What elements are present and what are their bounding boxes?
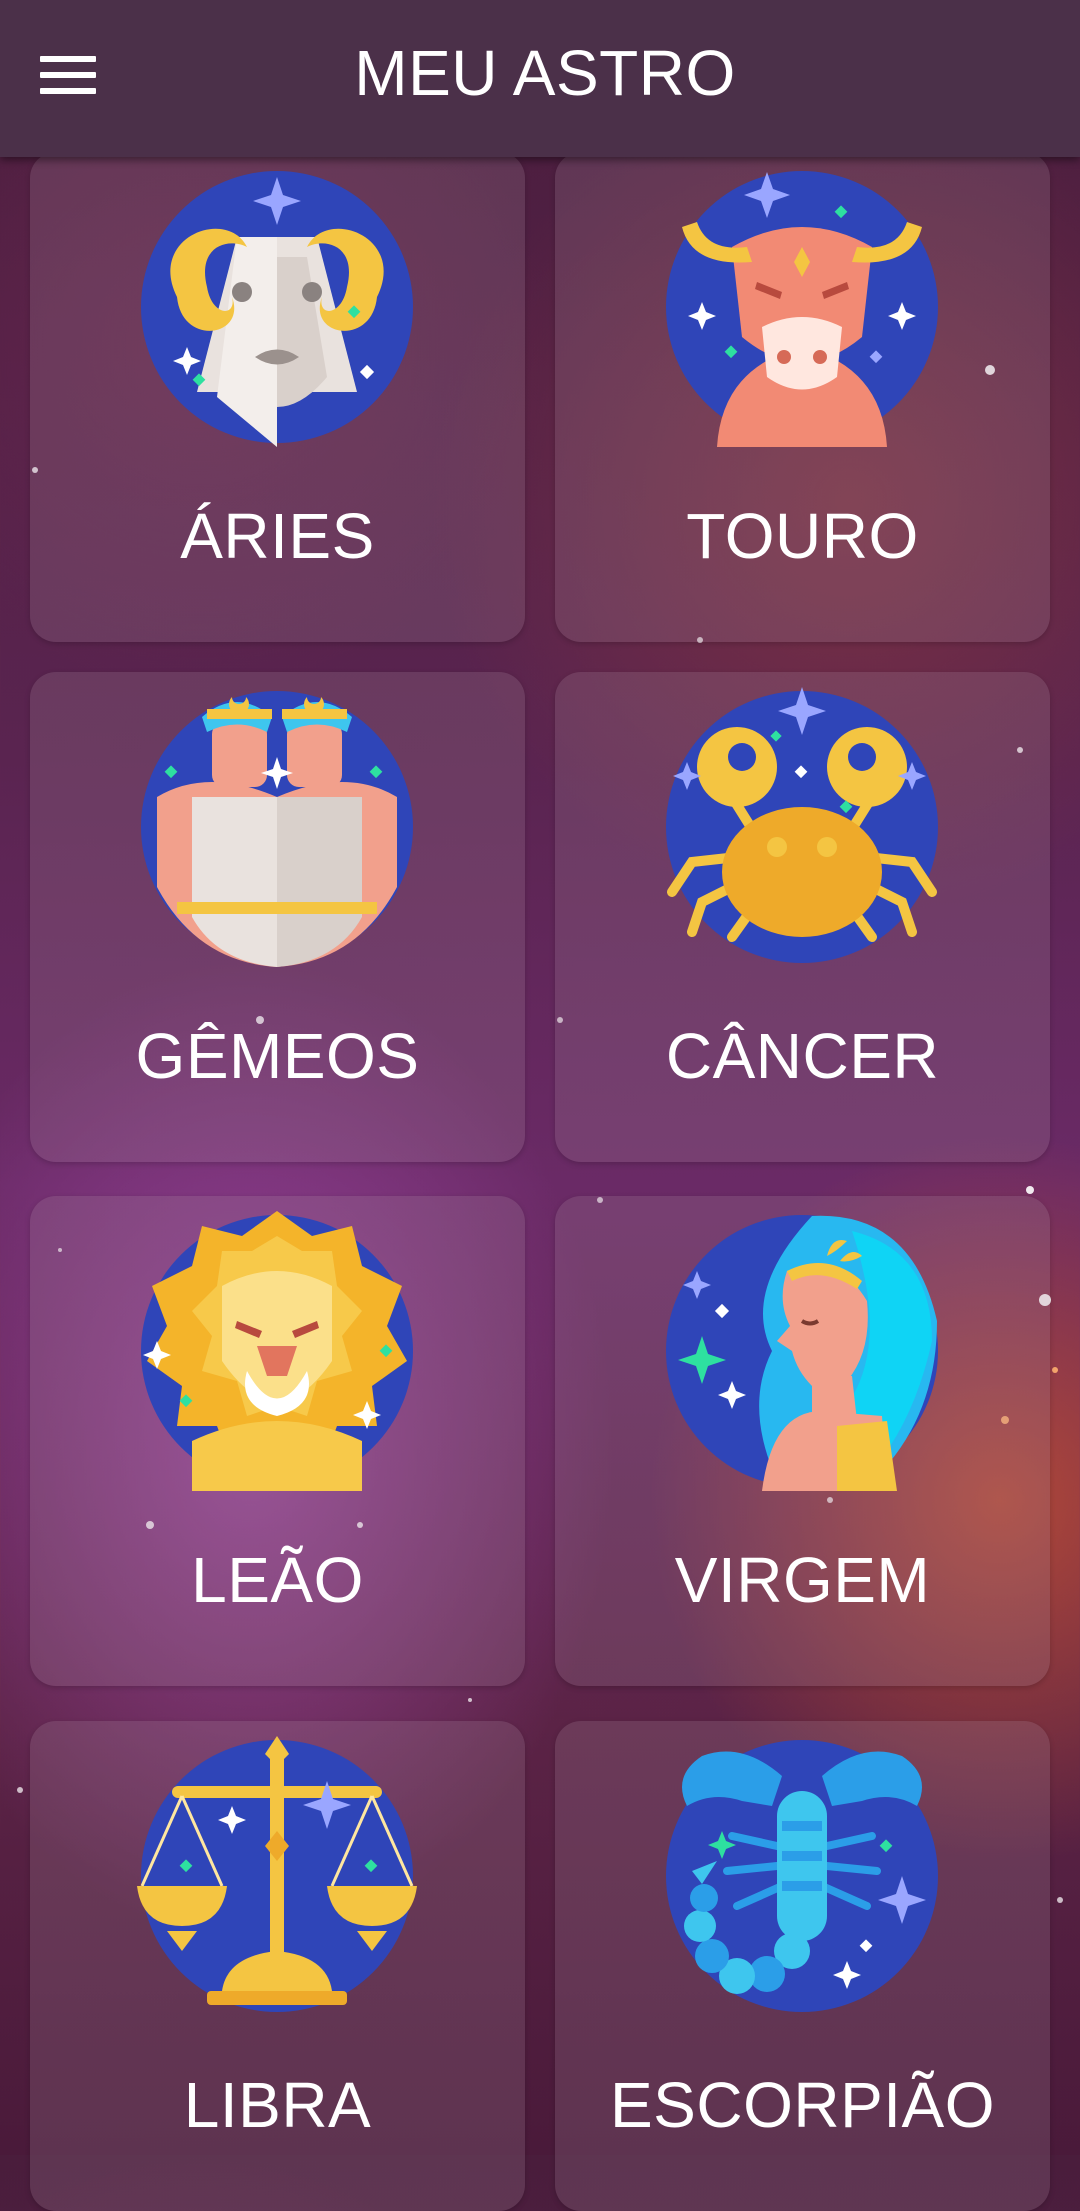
virgo-maiden-icon	[666, 1215, 938, 1491]
sign-label: CÂNCER	[665, 1020, 940, 1092]
sign-label: LEÃO	[191, 1544, 364, 1616]
leo-lion-icon	[141, 1211, 413, 1491]
sign-card-gemini[interactable]: GÊMEOS	[30, 672, 525, 1162]
sign-card-leo[interactable]: LEÃO	[30, 1196, 525, 1686]
sign-card-scorpio[interactable]: ESCORPIÃO	[555, 1721, 1050, 2211]
sign-label: VIRGEM	[674, 1544, 931, 1616]
aries-ram-icon	[141, 171, 413, 447]
sign-card-taurus[interactable]: TOURO	[555, 152, 1050, 642]
sign-label: ÁRIES	[180, 500, 375, 572]
taurus-bull-icon	[666, 171, 938, 447]
app-title: MEU ASTRO	[354, 37, 736, 109]
sign-label: GÊMEOS	[135, 1020, 420, 1092]
app-bar: MEU ASTRO	[0, 0, 1080, 157]
cancer-crab-icon	[666, 687, 938, 963]
sign-label: TOURO	[686, 500, 919, 572]
zodiac-grid: ÁRIES TOURO GÊMEOS CÂNCER LEÃO VIRGEM LI…	[0, 0, 1080, 2211]
sign-card-libra[interactable]: LIBRA	[30, 1721, 525, 2211]
libra-scales-icon	[137, 1736, 417, 2012]
sign-card-cancer[interactable]: CÂNCER	[555, 672, 1050, 1162]
gemini-twins-icon	[141, 691, 413, 967]
sign-card-aries[interactable]: ÁRIES	[30, 152, 525, 642]
sign-card-virgo[interactable]: VIRGEM	[555, 1196, 1050, 1686]
sign-label: ESCORPIÃO	[609, 2069, 996, 2141]
scorpio-scorpion-icon	[666, 1740, 938, 2012]
sign-label: LIBRA	[183, 2069, 372, 2141]
